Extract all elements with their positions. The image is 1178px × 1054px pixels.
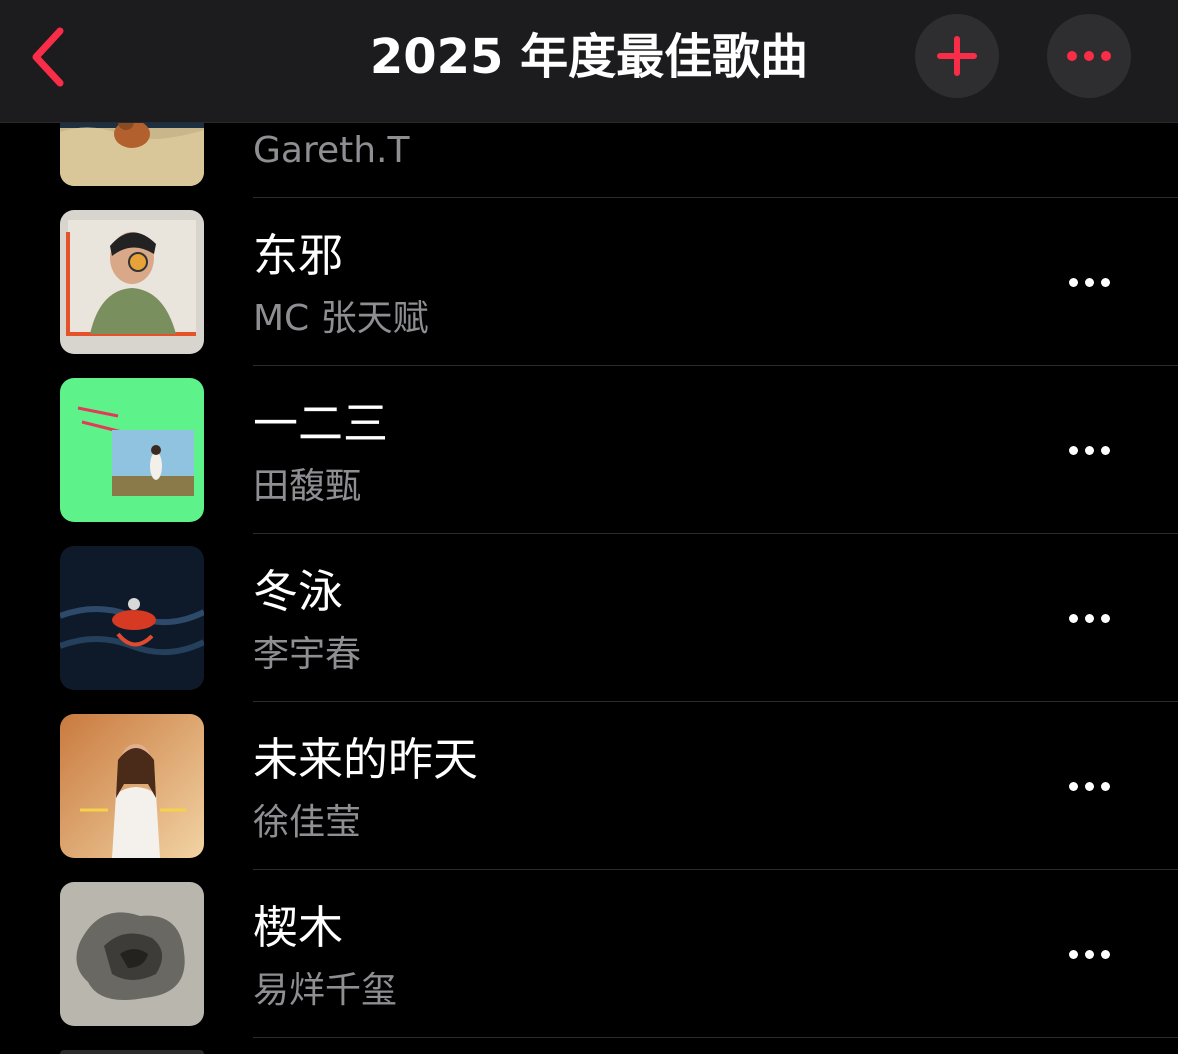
ellipsis-icon	[1068, 613, 1110, 623]
song-artist: 李宇春	[253, 634, 362, 675]
album-artwork	[60, 378, 204, 522]
row-divider	[253, 1037, 1178, 1038]
song-artist: Gareth.T	[253, 130, 410, 171]
album-artwork	[60, 714, 204, 858]
song-list: Gareth.T 东邪 MC 张天赋 一二三 田馥甄 冬泳 李宇春 未来的昨天 …	[0, 0, 1178, 1054]
album-artwork	[60, 546, 204, 690]
row-more-button[interactable]	[1050, 924, 1128, 984]
row-more-button[interactable]	[1050, 588, 1128, 648]
song-artist: 易烊千玺	[253, 970, 398, 1011]
row-more-button[interactable]	[1050, 756, 1128, 816]
list-item[interactable]: 未来的昨天 徐佳莹	[0, 702, 1178, 870]
list-item[interactable]: 冬泳 李宇春	[0, 534, 1178, 702]
song-artist: 田馥甄	[253, 466, 362, 507]
row-more-button[interactable]	[1050, 420, 1128, 480]
album-artwork	[60, 882, 204, 1026]
plus-icon	[937, 36, 977, 76]
add-button[interactable]	[915, 14, 999, 98]
list-item[interactable]: 东邪 MC 张天赋	[0, 198, 1178, 366]
song-title: 楔木	[253, 901, 344, 954]
song-title: 东邪	[253, 229, 344, 282]
more-options-button[interactable]	[1047, 14, 1131, 98]
list-item[interactable]: 一二三 田馥甄	[0, 366, 1178, 534]
song-artist: 徐佳莹	[253, 802, 362, 843]
ellipsis-icon	[1067, 51, 1111, 61]
ellipsis-icon	[1068, 949, 1110, 959]
song-title: 未来的昨天	[253, 733, 479, 786]
row-more-button[interactable]	[1050, 252, 1128, 312]
album-artwork	[60, 1050, 204, 1054]
song-artist: MC 张天赋	[253, 298, 429, 339]
list-item[interactable]: 楔木 易烊千玺	[0, 870, 1178, 1038]
nav-bar: 2025 年度最佳歌曲	[0, 0, 1178, 123]
song-title: 一二三	[253, 397, 389, 450]
page-title: 2025 年度最佳歌曲	[369, 29, 809, 85]
ellipsis-icon	[1068, 445, 1110, 455]
ellipsis-icon	[1068, 277, 1110, 287]
song-title: 冬泳	[253, 565, 344, 618]
album-artwork	[60, 210, 204, 354]
ellipsis-icon	[1068, 781, 1110, 791]
